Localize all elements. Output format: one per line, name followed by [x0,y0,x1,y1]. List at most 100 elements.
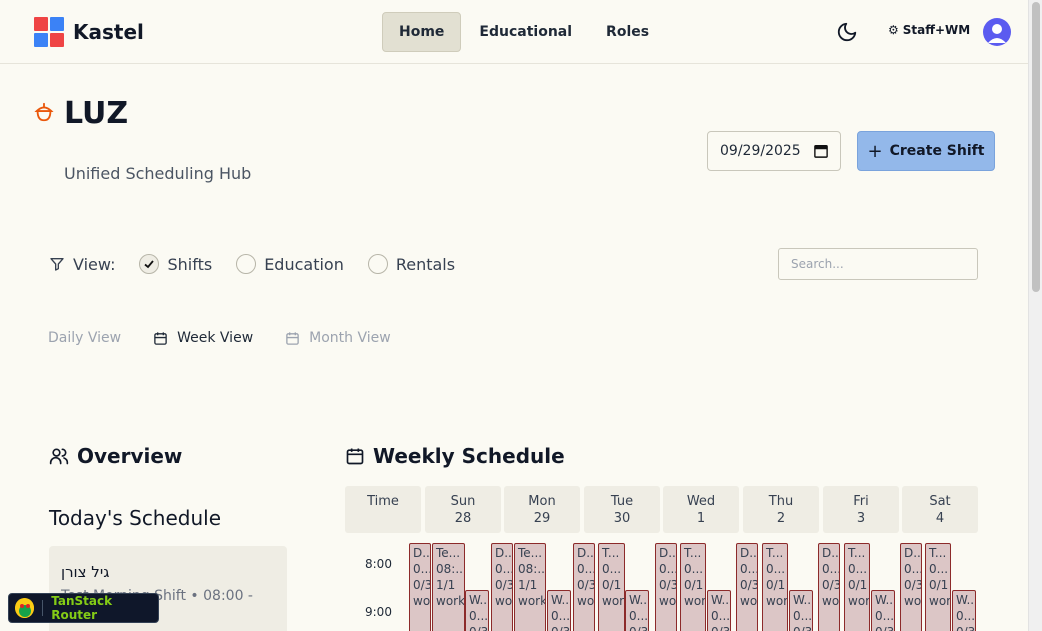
shift-block-tue[interactable]: W... 0...0/3 [625,590,649,631]
top-navbar: Kastel Home Educational Roles ⚙ Staff+WM [0,0,1028,64]
view-tabs: Daily View Week View Month View [48,330,423,346]
shift-line: 0... [551,609,571,623]
nav-educational[interactable]: Educational [463,12,588,52]
shift-block-wed[interactable]: D... 0... 0/3 wor [655,543,677,631]
shift-block-sun[interactable]: D... 0... 0/3 wor [409,543,431,631]
day-name: Fri [853,494,869,509]
shift-block-tue[interactable]: D... 0... 0/3 wor [573,543,595,631]
shift-block-fri[interactable]: W... 0...0/3 [871,590,895,631]
shift-block-mon[interactable]: D... 0... 0/3 wor [491,543,513,631]
shift-block-sat[interactable]: W... 0...0/3 [952,590,976,631]
shift-line: Te... [518,546,543,560]
weekly-schedule-title: Weekly Schedule [373,444,565,468]
tab-daily-view[interactable]: Daily View [48,330,121,346]
page-scrollbar[interactable] [1028,0,1042,631]
shift-line: wor [684,594,706,608]
shift-line: T... [929,546,947,560]
shift-line: 0/3 [740,578,758,592]
shift-line: wor [904,594,922,608]
shift-line: 0/3 [577,578,595,592]
moon-icon[interactable] [836,21,858,43]
shift-line: 0... [577,562,595,576]
shift-line: T... [602,546,620,560]
shift-line: 0... [495,562,513,576]
shift-block-tue[interactable]: T... 0... 0/1 wor [598,543,625,631]
shift-block-thu[interactable]: W... 0...0/3 [789,590,813,631]
plus-icon: + [867,140,883,162]
day-header-sun: Sun 28 [425,486,501,533]
shift-line: 0/3 [495,578,513,592]
day-name: Tue [610,494,634,509]
shift-line: T... [684,546,702,560]
shift-block-mon[interactable]: W... 0...0/3 [547,590,571,631]
search-input[interactable]: Search... [778,248,978,280]
shift-line: 0/3 [956,624,975,631]
shift-line: wor [740,594,758,608]
shift-line: 0... [793,609,813,623]
filter-rentals-checkbox[interactable]: Rentals [367,254,455,274]
tab-month-view[interactable]: Month View [285,330,391,346]
date-picker-input[interactable]: 09/29/2025 [707,131,841,171]
overview-title: Overview [77,444,183,468]
role-switcher[interactable]: ⚙ Staff+WM [888,23,970,37]
tanstack-logo-icon [15,598,35,618]
brand-name: Kastel [73,20,144,44]
calendar-icon [346,448,364,465]
shift-line: wor [413,594,431,608]
day-header-tue: Tue 30 [584,486,660,533]
overview-heading: Overview [49,444,182,468]
day-date: 3 [856,511,866,526]
shift-block-sat[interactable]: D... 0... 0/3 wor [900,543,922,631]
divider [42,600,44,616]
shift-block-mon[interactable]: Te... 08:... 1/1 work [514,543,546,631]
tanstack-router-devtools-button[interactable]: TanStack Router [8,593,159,623]
checkmark-icon [139,254,160,274]
shift-block-thu[interactable]: D... 0... 0/3 wor [736,543,758,631]
shift-block-sun[interactable]: Te... 08:... 1/1 work [432,543,465,631]
user-icon [988,24,1006,43]
shift-block-sun[interactable]: W... 0...0/3 [465,590,489,631]
day-name: Wed [686,494,716,509]
shift-line: D... [495,546,512,560]
scroll-thumb[interactable] [1032,2,1040,292]
unchecked-circle-icon [367,254,388,274]
filter-education-checkbox[interactable]: Education [236,254,344,274]
day-name: Sat [929,494,951,509]
shift-line: 0... [956,609,976,623]
shift-line: 0... [848,562,868,576]
view-label: View: [73,254,116,274]
shift-line: 0/1 [929,578,949,592]
user-avatar[interactable] [983,18,1011,46]
day-name: Mon [528,494,556,509]
calendar-icon[interactable] [814,144,828,158]
nav-roles[interactable]: Roles [590,12,665,52]
shift-line: wor [659,594,677,608]
tab-month-label: Month View [309,330,391,346]
brand[interactable]: Kastel [34,17,144,47]
filter-shifts-label: Shifts [167,254,213,274]
shift-line: D... [413,546,430,560]
shift-line: 0/3 [659,578,677,592]
filter-shifts-checkbox[interactable]: Shifts [139,254,212,274]
shift-line: 0... [684,562,704,576]
create-shift-button[interactable]: + Create Shift [857,131,995,171]
shift-line: wor [766,594,788,608]
page-title: LUZ [64,96,129,131]
shift-line: 08:... [518,562,546,576]
nav-home[interactable]: Home [382,12,462,52]
shift-line: 0... [766,562,786,576]
shift-line: D... [904,546,921,560]
day-header-sat: Sat 4 [902,486,978,533]
shift-block-wed[interactable]: T... 0... 0/1 wor [680,543,706,631]
shift-block-wed[interactable]: W... 0...0/3 [707,590,731,631]
tab-week-view[interactable]: Week View [153,330,253,346]
shift-line: work [518,594,546,608]
shift-block-sat[interactable]: T... 0... 0/1 wor [925,543,951,631]
shift-line: 0/1 [848,578,868,592]
shift-block-fri[interactable]: D... 0... 0/3 wor [818,543,840,631]
shift-block-fri[interactable]: T... 0... 0/1 wor [844,543,870,631]
day-header-fri: Fri 3 [823,486,899,533]
shift-line: 0/1 [766,578,786,592]
create-shift-label: Create Shift [889,143,985,159]
shift-block-thu[interactable]: T... 0... 0/1 wor [762,543,788,631]
